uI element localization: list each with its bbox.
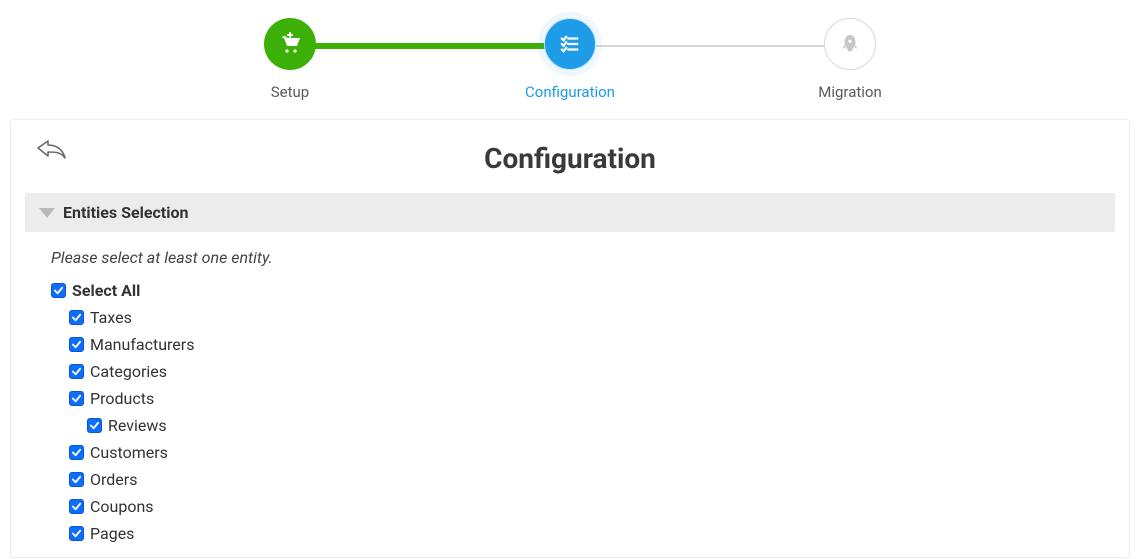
- cart-plus-icon: [278, 32, 302, 56]
- section-header-entities[interactable]: Entities Selection: [25, 193, 1115, 232]
- entity-label: Manufacturers: [90, 335, 194, 354]
- entity-row[interactable]: Categories: [51, 358, 1115, 385]
- step-migration-circle: [824, 18, 876, 70]
- entity-checkbox[interactable]: [87, 418, 102, 433]
- step-configuration[interactable]: Configuration: [430, 18, 710, 101]
- entity-label: Orders: [90, 470, 137, 489]
- entity-checkbox[interactable]: [69, 472, 84, 487]
- entity-row[interactable]: Orders: [51, 466, 1115, 493]
- entity-row[interactable]: Manufacturers: [51, 331, 1115, 358]
- entity-row[interactable]: Reviews: [51, 412, 1115, 439]
- entity-label: Taxes: [90, 308, 132, 327]
- entity-label: Coupons: [90, 497, 154, 516]
- step-configuration-circle: [544, 18, 596, 70]
- list-check-icon: [559, 33, 581, 55]
- config-card: Configuration Entities Selection Please …: [10, 119, 1130, 558]
- entity-list: Select All Taxes Manufacturers Categories P…: [11, 273, 1129, 547]
- entity-checkbox[interactable]: [69, 526, 84, 541]
- select-all-checkbox[interactable]: [51, 283, 66, 298]
- entity-label: Reviews: [108, 416, 167, 435]
- entity-row[interactable]: Customers: [51, 439, 1115, 466]
- entity-label: Categories: [90, 362, 167, 381]
- entity-checkbox[interactable]: [69, 337, 84, 352]
- step-migration[interactable]: Migration: [710, 18, 990, 101]
- page-title: Configuration: [33, 134, 1107, 193]
- step-setup-circle: [264, 18, 316, 70]
- step-configuration-label: Configuration: [525, 83, 615, 101]
- entity-checkbox[interactable]: [69, 364, 84, 379]
- entity-row[interactable]: Pages: [51, 520, 1115, 547]
- card-head: Configuration: [11, 120, 1129, 193]
- collapse-triangle-icon: [39, 208, 55, 218]
- rocket-icon: [839, 33, 861, 55]
- entity-checkbox[interactable]: [69, 445, 84, 460]
- connector-done: [290, 43, 570, 49]
- select-all-label: Select All: [72, 281, 140, 300]
- back-button[interactable]: [35, 138, 67, 166]
- select-all-row[interactable]: Select All: [51, 277, 1115, 304]
- instructions-text: Please select at least one entity.: [11, 232, 1129, 273]
- entity-row[interactable]: Taxes: [51, 304, 1115, 331]
- stepper: Setup Configuration: [0, 0, 1140, 111]
- entity-label: Customers: [90, 443, 168, 462]
- step-migration-label: Migration: [818, 83, 882, 101]
- entity-label: Pages: [90, 524, 134, 543]
- section-title: Entities Selection: [63, 203, 188, 222]
- step-setup-label: Setup: [271, 83, 309, 101]
- entity-checkbox[interactable]: [69, 310, 84, 325]
- entity-checkbox[interactable]: [69, 499, 84, 514]
- connector-upcoming: [570, 45, 850, 47]
- entity-row[interactable]: Products: [51, 385, 1115, 412]
- step-setup[interactable]: Setup: [150, 18, 430, 101]
- entity-label: Products: [90, 389, 154, 408]
- reply-arrow-icon: [35, 147, 67, 166]
- entity-row[interactable]: Coupons: [51, 493, 1115, 520]
- entity-checkbox[interactable]: [69, 391, 84, 406]
